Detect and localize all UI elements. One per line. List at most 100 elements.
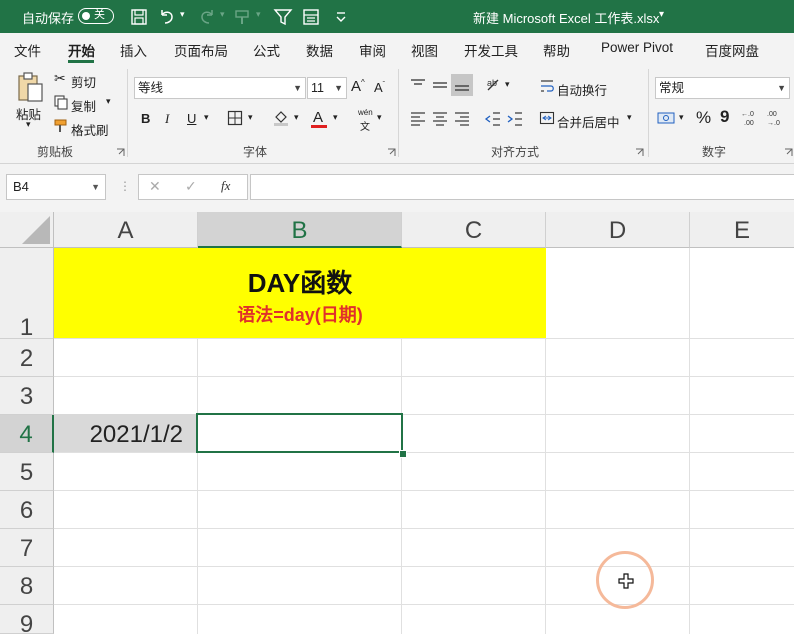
- tab-data[interactable]: 数据: [306, 40, 333, 60]
- cut-icon[interactable]: ✂: [54, 70, 66, 87]
- row-header-5[interactable]: 5: [0, 453, 54, 491]
- copy-label[interactable]: 复制: [71, 96, 96, 115]
- cut-label[interactable]: 剪切: [71, 72, 96, 91]
- alignment-launcher-icon[interactable]: [635, 148, 644, 157]
- row-header-2[interactable]: 2: [0, 339, 54, 377]
- decrease-decimal-icon[interactable]: .00→.0: [766, 108, 790, 128]
- phonetic-button[interactable]: 文: [360, 118, 370, 133]
- row-header-3[interactable]: 3: [0, 377, 54, 415]
- align-center-icon[interactable]: [431, 110, 449, 126]
- form-icon[interactable]: [300, 6, 322, 28]
- save-icon[interactable]: [128, 6, 150, 28]
- number-format-select[interactable]: 常规 ▼: [655, 77, 790, 99]
- select-all-button[interactable]: [0, 212, 54, 248]
- grow-font-button[interactable]: A^: [351, 78, 365, 95]
- align-bottom-button[interactable]: [451, 74, 473, 96]
- column-header-d[interactable]: D: [546, 212, 690, 248]
- tab-power-pivot[interactable]: Power Pivot: [601, 40, 673, 55]
- copy-dropdown-icon[interactable]: ▾: [106, 96, 111, 107]
- align-right-icon[interactable]: [453, 110, 471, 126]
- column-header-e[interactable]: E: [690, 212, 794, 248]
- fill-color-dropdown-icon[interactable]: ▾: [294, 112, 299, 123]
- comma-style-button[interactable]: 9: [720, 107, 729, 127]
- row-header-4[interactable]: 4: [0, 415, 54, 453]
- tab-home[interactable]: 开始: [68, 40, 95, 60]
- filter-icon[interactable]: [272, 6, 294, 28]
- underline-button[interactable]: U: [187, 111, 196, 126]
- row-header-6[interactable]: 6: [0, 491, 54, 529]
- align-left-icon[interactable]: [409, 110, 427, 126]
- font-launcher-icon[interactable]: [387, 148, 396, 157]
- underline-dropdown-icon[interactable]: ▾: [204, 112, 209, 123]
- undo-dropdown-icon[interactable]: ▾: [180, 9, 185, 20]
- tab-insert[interactable]: 插入: [120, 40, 147, 60]
- align-middle-icon[interactable]: [431, 77, 449, 93]
- row-header-7[interactable]: 7: [0, 529, 54, 567]
- clipboard-launcher-icon[interactable]: [116, 148, 125, 157]
- cancel-icon[interactable]: ✕: [149, 178, 161, 195]
- enter-icon[interactable]: ✓: [185, 178, 197, 195]
- fill-handle[interactable]: [399, 450, 407, 458]
- row-header-9[interactable]: 9: [0, 605, 54, 634]
- decrease-indent-icon[interactable]: [484, 110, 502, 126]
- tab-developer[interactable]: 开发工具: [464, 40, 518, 60]
- selected-cell-b4[interactable]: [196, 413, 403, 453]
- tab-review[interactable]: 审阅: [359, 40, 386, 60]
- increase-indent-icon[interactable]: [506, 110, 524, 126]
- copy-icon[interactable]: [53, 94, 69, 110]
- customize-icon[interactable]: [330, 6, 352, 28]
- cell-a4[interactable]: 2021/1/2: [54, 414, 197, 452]
- shrink-font-button[interactable]: Aˇ: [374, 80, 385, 95]
- name-box[interactable]: B4 ▼: [6, 174, 106, 200]
- font-color-dropdown-icon[interactable]: ▾: [333, 112, 338, 123]
- borders-dropdown-icon[interactable]: ▾: [248, 112, 253, 123]
- currency-icon[interactable]: [657, 110, 677, 126]
- orientation-dropdown-icon[interactable]: ▾: [505, 79, 510, 90]
- currency-dropdown-icon[interactable]: ▾: [679, 112, 684, 123]
- font-size-select[interactable]: 11 ▼: [307, 77, 347, 99]
- italic-button[interactable]: I: [165, 111, 169, 127]
- phonetic-dropdown-icon[interactable]: ▾: [377, 112, 382, 123]
- undo-icon[interactable]: [156, 6, 178, 28]
- percent-button[interactable]: %: [696, 108, 711, 128]
- tab-view[interactable]: 视图: [411, 40, 438, 60]
- column-header-a[interactable]: A: [54, 212, 198, 248]
- wrap-text-label[interactable]: 自动换行: [557, 80, 607, 99]
- merge-center-icon[interactable]: [539, 110, 555, 126]
- format-painter-brush-icon[interactable]: [53, 118, 69, 134]
- tab-baidu-netdisk[interactable]: 百度网盘: [705, 40, 759, 60]
- formula-bar-handle-icon[interactable]: ⋮: [119, 179, 131, 193]
- borders-icon[interactable]: [227, 110, 243, 126]
- font-name-select[interactable]: 等线 ▼: [134, 77, 306, 99]
- title-dropdown-icon[interactable]: ▾: [659, 9, 664, 20]
- format-painter-icon[interactable]: [232, 6, 254, 28]
- column-header-c[interactable]: C: [402, 212, 546, 248]
- tab-file[interactable]: 文件: [14, 40, 41, 60]
- redo-dropdown-icon[interactable]: ▾: [220, 9, 225, 20]
- wrap-text-icon[interactable]: [539, 78, 555, 94]
- tab-formulas[interactable]: 公式: [253, 40, 280, 60]
- fill-color-icon[interactable]: [272, 108, 290, 126]
- orientation-icon[interactable]: ab: [484, 76, 504, 94]
- insert-function-icon[interactable]: fx: [221, 178, 230, 194]
- bold-button[interactable]: B: [141, 111, 150, 126]
- title-cell-a1-c1[interactable]: DAY函数 语法=day(日期): [54, 248, 546, 338]
- formula-input[interactable]: [250, 174, 794, 200]
- format-painter-dropdown-icon[interactable]: ▾: [256, 9, 261, 20]
- redo-icon[interactable]: [196, 6, 218, 28]
- merge-center-label[interactable]: 合并后居中: [557, 112, 620, 131]
- row-header-1[interactable]: 1: [0, 248, 54, 341]
- autosave-toggle[interactable]: 关: [78, 8, 114, 24]
- paste-dropdown-icon[interactable]: ▾: [26, 119, 31, 130]
- tab-help[interactable]: 帮助: [543, 40, 570, 60]
- number-launcher-icon[interactable]: [784, 148, 793, 157]
- tab-page-layout[interactable]: 页面布局: [174, 40, 228, 60]
- row-header-8[interactable]: 8: [0, 567, 54, 605]
- paste-icon[interactable]: [14, 71, 46, 103]
- worksheet-grid[interactable]: A B C D E 1 2 3 4 5 6 7 8 9 DAY函数 语法=day…: [0, 212, 794, 634]
- format-painter-label[interactable]: 格式刷: [71, 120, 109, 139]
- column-header-b[interactable]: B: [198, 212, 402, 248]
- increase-decimal-icon[interactable]: ←.0.00: [740, 108, 764, 128]
- merge-dropdown-icon[interactable]: ▾: [627, 112, 632, 123]
- font-color-button[interactable]: A: [313, 109, 323, 126]
